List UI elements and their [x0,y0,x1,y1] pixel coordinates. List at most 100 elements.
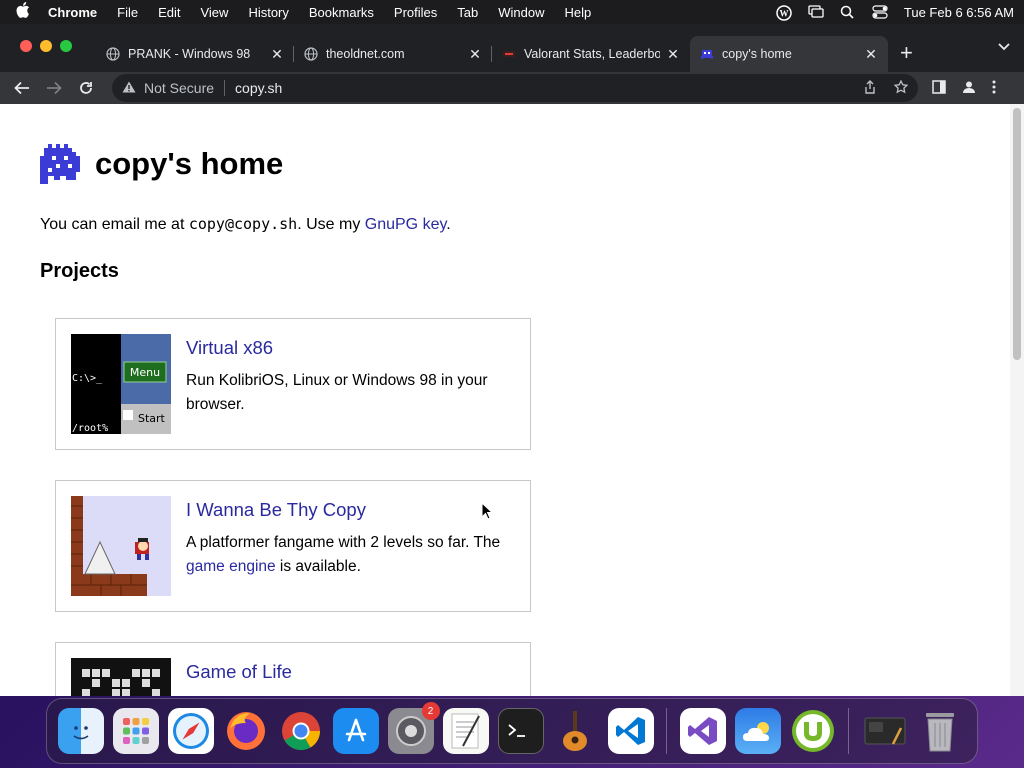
close-window-button[interactable] [20,40,32,52]
tab-copys-home[interactable]: copy's home ✕ [690,36,888,72]
project-title-link[interactable]: I Wanna Be Thy Copy [186,499,366,521]
tab-close-icon[interactable]: ✕ [864,46,878,63]
project-description: Run KolibriOS, Linux or Windows 98 in yo… [186,372,488,413]
launchpad-icon[interactable] [112,708,159,754]
i-wanna-thumbnail[interactable] [71,496,171,596]
share-icon[interactable] [864,79,876,97]
menu-edit[interactable]: Edit [158,5,180,20]
app-store-icon[interactable] [332,708,379,754]
life-cell [112,689,120,696]
profile-avatar-icon[interactable] [962,80,976,97]
tab-search-chevron-icon[interactable] [998,40,1010,54]
firefox-icon[interactable] [223,708,269,754]
new-tab-icon[interactable]: + [900,40,913,66]
forward-arrow-icon[interactable] [40,74,68,102]
life-cell [142,669,150,677]
textedit-icon[interactable] [442,708,489,754]
menu-bookmarks[interactable]: Bookmarks [309,5,374,20]
menu-file[interactable]: File [117,5,138,20]
tab-close-icon[interactable]: ✕ [468,46,482,63]
warning-triangle-icon[interactable] [122,81,136,96]
thumb-prompt-text: C:\>_ [72,373,103,384]
game-of-life-thumbnail[interactable] [71,658,171,696]
control-center-icon[interactable] [872,5,888,19]
email-mid-text: . Use my [297,216,365,233]
tab-title: Valorant Stats, Leaderbo [524,47,660,61]
life-cell [142,679,150,687]
project-card-i-wanna-be-thy-copy[interactable]: I Wanna Be Thy Copy A platformer fangame… [55,480,531,612]
space-invader-logo-icon [40,144,80,184]
bookmark-star-icon[interactable] [893,78,909,97]
tab-close-icon[interactable]: ✕ [270,46,284,63]
menu-view[interactable]: View [200,5,228,20]
url-text[interactable]: copy.sh [235,80,282,96]
thumb-menu-text: Menu [130,366,160,379]
tab-strip: PRANK - Windows 98 ✕ theoldnet.com ✕ Val… [0,24,1024,72]
projects-heading: Projects [40,260,119,282]
project-desc-after: is available. [275,558,361,575]
spotlight-search-icon[interactable] [840,5,856,19]
tab-valorant-stats[interactable]: Valorant Stats, Leaderbo ✕ [492,36,690,72]
project-card-virtual-x86[interactable]: C:\>_ /root% Menu Start Virtual x86 Run … [55,318,531,450]
visual-studio-icon[interactable] [679,708,726,754]
tab-prank-windows-98[interactable]: PRANK - Windows 98 ✕ [96,36,294,72]
project-title-link[interactable]: Virtual x86 [186,337,273,359]
apple-menu-icon[interactable] [16,2,34,22]
life-cell [92,669,100,677]
contact-line: You can email me at copy@copy.sh. Use my… [40,215,451,234]
menu-profiles[interactable]: Profiles [394,5,437,20]
globe-icon [304,47,318,61]
game-engine-link[interactable]: game engine [186,558,276,575]
finder-icon[interactable] [57,708,104,754]
menu-help[interactable]: Help [565,5,592,20]
vscode-icon[interactable] [607,708,654,754]
tracker-icon [502,47,516,61]
side-panel-icon[interactable] [932,79,946,97]
minimize-window-button[interactable] [40,40,52,52]
menu-app-name[interactable]: Chrome [48,5,97,20]
life-cell [152,669,160,677]
utorrent-icon[interactable] [790,708,836,754]
dock-separator [666,708,667,754]
security-status-label[interactable]: Not Secure [144,80,214,96]
system-settings-icon[interactable]: 2 [387,702,440,754]
chrome-menu-icon[interactable] [992,80,996,97]
omnibox-divider [224,80,226,96]
life-cell [82,689,90,696]
scrollbar-thumb[interactable] [1013,108,1021,360]
page-header: copy's home [40,144,283,184]
chrome-icon[interactable] [278,708,324,754]
dock-separator [848,708,849,754]
back-arrow-icon[interactable] [8,74,36,102]
page-title: copy's home [95,146,284,181]
trash-icon[interactable] [917,708,963,754]
page-scrollbar[interactable] [1010,104,1024,696]
reload-icon[interactable] [72,74,100,102]
life-cell [92,679,100,687]
screenshot-icon[interactable] [862,708,908,754]
project-title-link[interactable]: Game of Life [186,661,292,683]
terminal-icon[interactable] [497,708,544,754]
wordpress-icon[interactable]: W [776,5,792,21]
menu-window[interactable]: Window [498,5,544,20]
menu-tab[interactable]: Tab [457,5,478,20]
life-cell [102,669,110,677]
zoom-window-button[interactable] [60,40,72,52]
menu-history[interactable]: History [248,5,288,20]
tab-theoldnet[interactable]: theoldnet.com ✕ [294,36,492,72]
life-cell [132,669,140,677]
safari-icon[interactable] [167,708,214,754]
menubar-clock[interactable]: Tue Feb 6 6:56 AM [904,5,1014,20]
gnupg-key-link[interactable]: GnuPG key [365,216,447,233]
address-bar[interactable]: Not Secure copy.sh [112,74,918,102]
project-card-game-of-life[interactable]: Game of Life [55,642,531,696]
tab-close-icon[interactable]: ✕ [666,46,680,63]
email-address: copy@copy.sh [188,215,298,233]
project-desc-before: A platformer fangame with 2 levels so fa… [186,534,501,551]
weather-icon[interactable] [734,708,781,754]
screen-mirroring-icon[interactable] [808,5,824,19]
garageband-icon[interactable] [553,708,599,754]
macos-menu-bar: Chrome File Edit View History Bookmarks … [0,0,1024,24]
virtual-x86-thumbnail[interactable]: C:\>_ /root% Menu Start [71,334,171,434]
thumb-start-text: Start [138,412,166,425]
